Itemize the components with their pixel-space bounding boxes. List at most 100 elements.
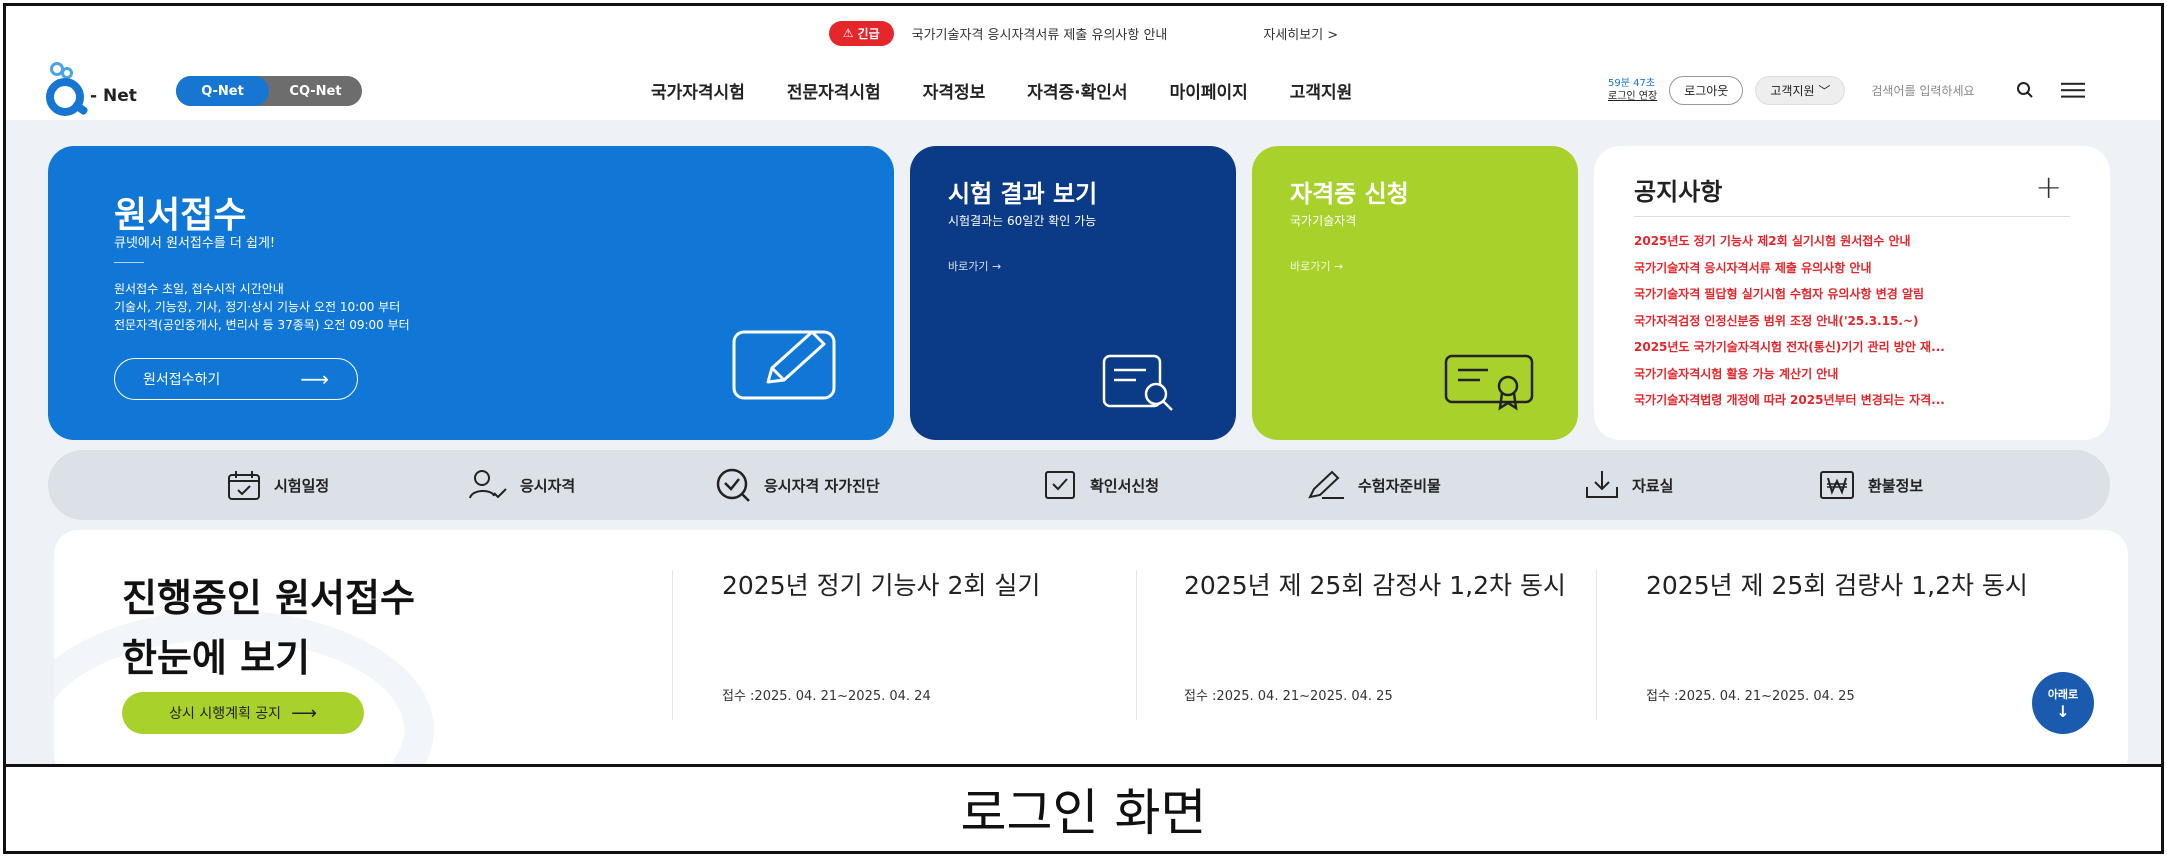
- arrow-right-icon: ⟶: [300, 367, 329, 391]
- urgent-notice-bar: ⚠ 긴급 국가기술자격 응시자격서류 제출 유의사항 안내 자세히보기 >: [6, 6, 2161, 60]
- logo-text: - Net: [90, 86, 137, 106]
- notice-board-card: 공지사항 + 2025년도 정기 기능사 제2회 실기시험 원서접수 안내 국가…: [1594, 146, 2110, 440]
- main-nav: 국가자격시험 전문자격시험 자격정보 자격증·확인서 마이페이지 고객지원: [651, 78, 1352, 103]
- extend-login-link[interactable]: 로그인 연장: [1608, 90, 1657, 103]
- notice-list: 2025년도 정기 기능사 제2회 실기시험 원서접수 안내 국가기술자격 응시…: [1634, 228, 2074, 414]
- notice-item[interactable]: 국가기술자격법령 개정에 따라 2025년부터 변경되는 자격...: [1634, 387, 2074, 414]
- apply-button-label: 원서접수하기: [143, 372, 221, 388]
- exam-result-link[interactable]: 바로가기 →: [948, 258, 1001, 274]
- caption-text: 로그인 화면: [960, 784, 1207, 842]
- nav-qualification-info[interactable]: 자격정보: [923, 78, 986, 103]
- certificate-link[interactable]: 바로가기 →: [1290, 258, 1343, 274]
- certificate-subtitle: 국가기술자격: [1290, 214, 1357, 228]
- document-search-icon: [1102, 354, 1173, 411]
- nav-national-exam[interactable]: 국가자격시험: [651, 78, 745, 103]
- utility-bar: 59분 47초 로그인 연장 로그아웃 고객지원 ﹀ 검색어를 입력하세요: [1608, 70, 2086, 110]
- notice-item[interactable]: 국가기술자격 필답형 실기시험 수험자 유의사항 변경 알림: [1634, 281, 2074, 308]
- caption-bar: 로그인 화면: [6, 764, 2161, 851]
- urgent-notice-text[interactable]: 국가기술자격 응시자격서류 제출 유의사항 안내: [912, 24, 1168, 43]
- notice-board-title: 공지사항: [1634, 178, 1723, 206]
- apply-title: 원서접수: [114, 195, 247, 236]
- exam-result-title: 시험 결과 보기: [948, 180, 1098, 208]
- apply-description: 원서접수 초일, 접수시작 시간안내 기술사, 기능장, 기사, 정기·상시 기…: [114, 280, 410, 334]
- exam-result-card[interactable]: 시험 결과 보기 시험결과는 60일간 확인 가능 바로가기 →: [910, 146, 1236, 440]
- divider: [1596, 570, 1597, 720]
- quick-archive[interactable]: 자료실: [1584, 450, 1673, 520]
- won-icon: [1820, 471, 1854, 499]
- ongoing-item[interactable]: 2025년 제 25회 검량사 1,2차 동시 접수 :2025. 04. 21…: [1646, 570, 2066, 704]
- divider: [1136, 570, 1137, 720]
- calendar-check-icon: [228, 471, 260, 500]
- search-input[interactable]: 검색어를 입력하세요: [1871, 82, 2001, 99]
- exam-result-subtitle: 시험결과는 60일간 확인 가능: [948, 214, 1097, 228]
- ongoing-item[interactable]: 2025년 정기 기능사 2회 실기 접수 :2025. 04. 21~2025…: [722, 570, 1142, 704]
- user-check-icon: [469, 470, 507, 499]
- ongoing-title-line: 진행중인 원서접수: [122, 576, 415, 620]
- support-dropdown[interactable]: 고객지원 ﹀: [1755, 75, 1846, 105]
- quick-label: 응시자격 자가진단: [764, 476, 880, 495]
- check-circle-icon: [716, 468, 750, 502]
- quick-certificate-request[interactable]: 확인서신청: [1042, 450, 1159, 520]
- plan-notice-label: 상시 시행계획 공지: [169, 706, 282, 722]
- apply-desc-line: 전문자격(공인중개사, 변리사 등 37종목) 오전 09:00 부터: [114, 318, 410, 332]
- ongoing-item-title: 2025년 제 25회 감정사 1,2차 동시: [1184, 571, 1566, 600]
- notice-item[interactable]: 2025년도 정기 기능사 제2회 실기시험 원서접수 안내: [1634, 228, 2074, 255]
- notice-item[interactable]: 국가자격검정 인정신분증 범위 조정 안내('25.3.15.~): [1634, 308, 2074, 335]
- logout-button[interactable]: 로그아웃: [1669, 75, 1744, 105]
- ongoing-item-title: 2025년 정기 기능사 2회 실기: [722, 571, 1041, 600]
- quick-self-check[interactable]: 응시자격 자가진단: [714, 450, 880, 520]
- divider: [1634, 216, 2070, 217]
- search-icon[interactable]: [2013, 78, 2037, 102]
- alert-icon: ⚠: [842, 26, 854, 40]
- certificate-title: 자격증 신청: [1290, 180, 1409, 208]
- notice-item[interactable]: 국가기술자격시험 활용 가능 계산기 안내: [1634, 361, 2074, 388]
- apply-desc-line: 기술사, 기능장, 기사, 정기·상시 기능사 오전 10:00 부터: [114, 300, 401, 314]
- notice-item[interactable]: 국가기술자격 응시자격서류 제출 유의사항 안내: [1634, 255, 2074, 282]
- quick-label: 응시자격: [520, 476, 576, 495]
- screenshot-frame: ⚠ 긴급 국가기술자격 응시자격서류 제출 유의사항 안내 자세히보기 > - …: [3, 3, 2164, 854]
- nav-support[interactable]: 고객지원: [1290, 78, 1353, 103]
- ongoing-item[interactable]: 2025년 제 25회 감정사 1,2차 동시 접수 :2025. 04. 21…: [1184, 570, 1604, 704]
- qnet-main-page: ⚠ 긴급 국가기술자격 응시자격서류 제출 유의사항 안내 자세히보기 > - …: [6, 6, 2161, 764]
- menu-icon[interactable]: [2061, 78, 2086, 102]
- apply-card[interactable]: 원서접수 큐넷에서 원서접수를 더 쉽게! 원서접수 초일, 접수시작 시간안내…: [48, 146, 894, 440]
- ongoing-item-date: 접수 :2025. 04. 21~2025. 04. 25: [1184, 689, 1393, 704]
- quick-label: 확인서신청: [1090, 476, 1160, 495]
- pencil-icon: [732, 330, 836, 400]
- download-icon: [1586, 471, 1618, 498]
- support-label: 고객지원: [1770, 83, 1815, 98]
- quick-preparation[interactable]: 수험자준비물: [1306, 450, 1441, 520]
- quick-exam-schedule[interactable]: 시험일정: [226, 450, 329, 520]
- toggle-qnet[interactable]: Q-Net: [176, 76, 269, 106]
- quick-menu: 시험일정 응시자격 응시자격 자가진단 확인서신청 수험자준비물 자료실 환불정…: [48, 450, 2110, 520]
- nav-mypage[interactable]: 마이페이지: [1170, 78, 1248, 103]
- certificate-apply-card[interactable]: 자격증 신청 국가기술자격 바로가기 →: [1252, 146, 1578, 440]
- chevron-down-icon: ﹀: [1818, 83, 1831, 98]
- scroll-down-button[interactable]: 아래로 ↓: [2032, 672, 2094, 734]
- quick-eligibility[interactable]: 응시자격: [468, 450, 575, 520]
- apply-button[interactable]: 원서접수하기 ⟶: [114, 358, 358, 400]
- plus-icon[interactable]: +: [2035, 168, 2062, 206]
- site-toggle: Q-Net CQ-Net: [176, 76, 362, 106]
- apply-desc-line: 원서접수 초일, 접수시작 시간안내: [114, 282, 284, 296]
- arrow-down-icon: ↓: [2056, 701, 2070, 721]
- ongoing-title-line: 한눈에 보기: [122, 636, 311, 680]
- quick-label: 환불정보: [1868, 476, 1924, 495]
- certificate-icon: [1444, 354, 1534, 411]
- ongoing-item-date: 접수 :2025. 04. 21~2025. 04. 24: [722, 689, 931, 704]
- plan-notice-button[interactable]: 상시 시행계획 공지 ⟶: [122, 692, 364, 734]
- notice-more-link[interactable]: 자세히보기 >: [1263, 24, 1338, 43]
- ongoing-item-title: 2025년 제 25회 검량사 1,2차 동시: [1646, 571, 2028, 600]
- nav-certificate[interactable]: 자격증·확인서: [1027, 78, 1127, 103]
- quick-refund[interactable]: 환불정보: [1818, 450, 1923, 520]
- quick-label: 시험일정: [274, 476, 330, 495]
- divider: [114, 262, 144, 263]
- session-timer: 59분 47초 로그인 연장: [1608, 77, 1657, 103]
- toggle-cqnet[interactable]: CQ-Net: [269, 76, 362, 106]
- quick-label: 수험자준비물: [1358, 476, 1441, 495]
- notice-item[interactable]: 2025년도 국가기술자격시험 전자(통신)기기 관리 방안 재...: [1634, 334, 2074, 361]
- pencil-icon: [1308, 470, 1344, 499]
- nav-professional-exam[interactable]: 전문자격시험: [787, 78, 881, 103]
- header: - Net Q-Net CQ-Net 국가자격시험 전문자격시험 자격정보 자격…: [6, 60, 2161, 120]
- qnet-logo[interactable]: - Net: [46, 62, 166, 118]
